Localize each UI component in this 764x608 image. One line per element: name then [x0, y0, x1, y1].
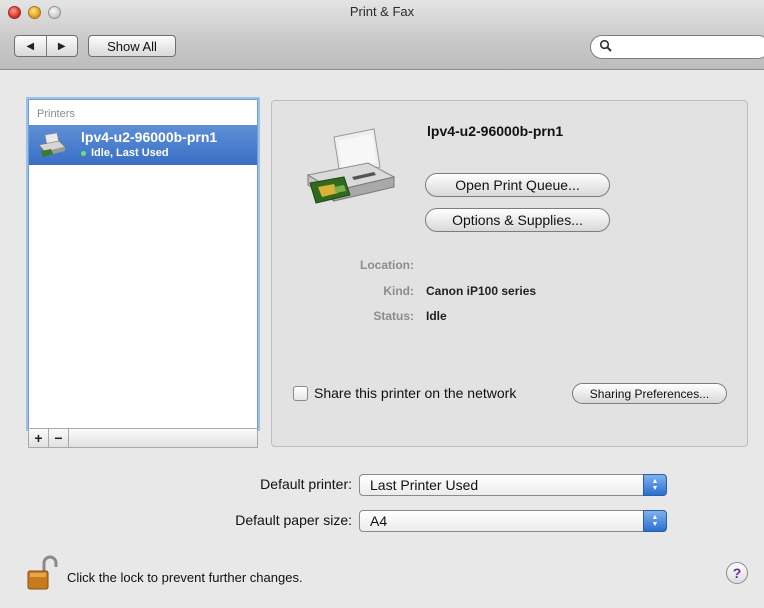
- back-forward-control: ◀ ▶: [14, 35, 78, 57]
- location-label: Location:: [360, 258, 414, 272]
- title-bar: Print & Fax ◀ ▶ Show All: [0, 0, 764, 70]
- back-button[interactable]: ◀: [15, 36, 46, 56]
- search-icon: [599, 39, 612, 52]
- default-printer-select[interactable]: Last Printer Used ▲ ▼: [359, 474, 667, 496]
- remove-printer-button[interactable]: −: [49, 429, 69, 447]
- printer-status-text: Idle, Last Used: [91, 147, 169, 159]
- select-arrows-icon: ▲ ▼: [643, 510, 667, 532]
- default-printer-label: Default printer:: [260, 476, 352, 492]
- printer-icon-large: [306, 128, 396, 204]
- printer-name: lpv4-u2-96000b-prn1: [81, 129, 218, 145]
- status-value: Idle: [426, 309, 447, 323]
- select-arrows-icon: ▲ ▼: [643, 474, 667, 496]
- printer-list-item[interactable]: lpv4-u2-96000b-prn1 Idle, Last Used: [29, 125, 257, 165]
- search-input[interactable]: [590, 35, 764, 59]
- help-button[interactable]: ?: [726, 562, 748, 584]
- window-title: Print & Fax: [349, 4, 415, 19]
- lock-message: Click the lock to prevent further change…: [67, 570, 303, 585]
- share-printer-checkbox[interactable]: [293, 386, 308, 401]
- forward-button[interactable]: ▶: [45, 36, 78, 56]
- share-printer-label[interactable]: Share this printer on the network: [314, 385, 516, 401]
- open-print-queue-button[interactable]: Open Print Queue...: [425, 173, 610, 197]
- options-supplies-button[interactable]: Options & Supplies...: [425, 208, 610, 232]
- show-all-button[interactable]: Show All: [88, 35, 176, 57]
- default-paper-size-value: A4: [370, 513, 388, 529]
- lock-icon[interactable]: [26, 555, 60, 591]
- printer-icon: [38, 132, 66, 157]
- status-label: Status:: [373, 309, 414, 323]
- print-fax-window: Print & Fax ◀ ▶ Show All Printers lpv4-u…: [0, 0, 764, 608]
- default-paper-size-label: Default paper size:: [235, 512, 352, 528]
- printer-status: Idle, Last Used: [81, 147, 169, 159]
- printer-detail-name: lpv4-u2-96000b-prn1: [427, 123, 564, 139]
- default-printer-value: Last Printer Used: [370, 477, 479, 493]
- printers-list-header: Printers: [37, 108, 75, 120]
- default-paper-size-select[interactable]: A4 ▲ ▼: [359, 510, 667, 532]
- list-controls: + −: [28, 428, 258, 448]
- kind-value: Canon iP100 series: [426, 284, 537, 298]
- kind-label: Kind:: [383, 284, 414, 298]
- printers-list[interactable]: Printers lpv4-u2-96000b-prn1 Idle, Last …: [28, 99, 258, 429]
- sharing-preferences-button[interactable]: Sharing Preferences...: [572, 383, 727, 404]
- add-printer-button[interactable]: +: [29, 429, 49, 447]
- status-dot-icon: [81, 150, 86, 156]
